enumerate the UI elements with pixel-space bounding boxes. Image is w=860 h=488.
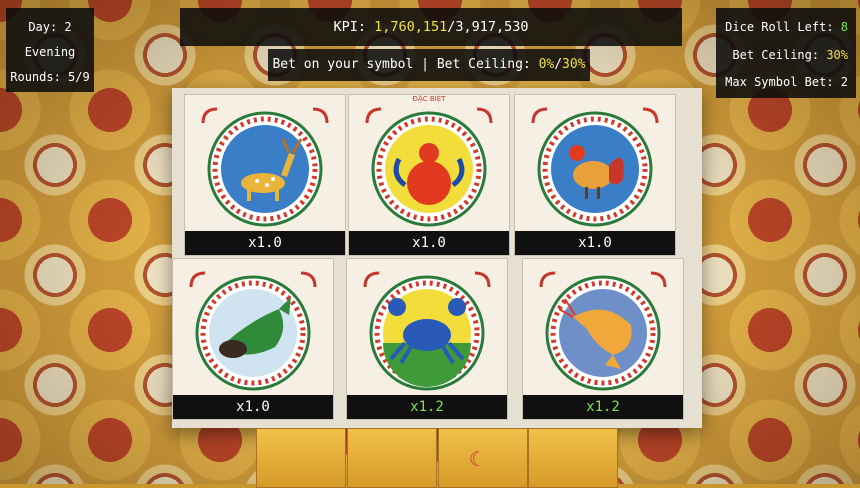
time-of-day: Evening [24, 45, 76, 59]
card-multiplier: x1.0 [173, 395, 333, 419]
crab-icon [363, 271, 491, 391]
max-symbol-bet-label: Max Symbol Bet: [725, 75, 841, 89]
bet-prompt-panel: Bet on your symbol | Bet Ceiling: 0%/30% [268, 49, 590, 81]
max-symbol-bet-row: Max Symbol Bet: 2 [725, 75, 848, 89]
bet-ceiling-row: Bet Ceiling: 30% [732, 48, 848, 62]
die-1[interactable] [256, 428, 346, 488]
card-fish[interactable]: x1.0 [172, 258, 334, 420]
kpi-panel: KPI: 1,760,151/3,917,530 [180, 8, 682, 46]
moon-icon: ☾ [469, 447, 482, 471]
die-3[interactable]: ☾ [438, 428, 528, 488]
bet-prompt-text: Bet on your symbol | Bet Ceiling: [272, 57, 539, 72]
rounds-label: Rounds: 5/9 [10, 70, 90, 84]
kpi-target: 3,917,530 [455, 19, 529, 35]
bet-current: 0% [538, 57, 555, 72]
die-4[interactable] [528, 428, 618, 488]
card-crab[interactable]: x1.2 [346, 258, 508, 420]
bet-ceiling: 30% [562, 57, 586, 72]
max-symbol-bet-value: 2 [840, 75, 848, 89]
card-multiplier: x1.2 [347, 395, 507, 419]
dice-roll-value: 8 [840, 20, 848, 34]
day-label: Day: 2 [28, 20, 72, 34]
day-info-panel: Day: 2 Evening Rounds: 5/9 [6, 8, 94, 92]
gourd-icon [365, 107, 493, 227]
card-gourd[interactable]: ĐẶC BIỆT x1.0 [348, 94, 510, 256]
card-multiplier: x1.0 [515, 231, 675, 255]
card-multiplier: x1.0 [349, 231, 509, 255]
card-deer[interactable]: x1.0 [184, 94, 346, 256]
dice-roll-left: Dice Roll Left: 8 [725, 20, 848, 34]
bet-ceiling-label: Bet Ceiling: [732, 48, 827, 62]
deer-icon [201, 107, 329, 227]
dice-roll-label: Dice Roll Left: [725, 20, 841, 34]
bet-ceiling-value: 30% [826, 48, 848, 62]
betting-board: x1.0 ĐẶC BIỆT x1.0 x1.0 x1.0 x1.2 x1.2 [172, 88, 702, 428]
fish-icon [189, 271, 317, 391]
card-multiplier: x1.0 [185, 231, 345, 255]
card-shrimp[interactable]: x1.2 [522, 258, 684, 420]
die-2[interactable] [347, 428, 437, 488]
special-banner: ĐẶC BIỆT [412, 95, 446, 103]
card-multiplier: x1.2 [523, 395, 683, 419]
rooster-icon [531, 107, 659, 227]
card-rooster[interactable]: x1.0 [514, 94, 676, 256]
shrimp-icon [539, 271, 667, 391]
bet-separator: / [554, 57, 563, 72]
stats-panel: Dice Roll Left: 8 Bet Ceiling: 30% Max S… [716, 8, 856, 98]
kpi-prefix: KPI: [333, 19, 375, 35]
kpi-current: 1,760,151 [374, 19, 448, 35]
